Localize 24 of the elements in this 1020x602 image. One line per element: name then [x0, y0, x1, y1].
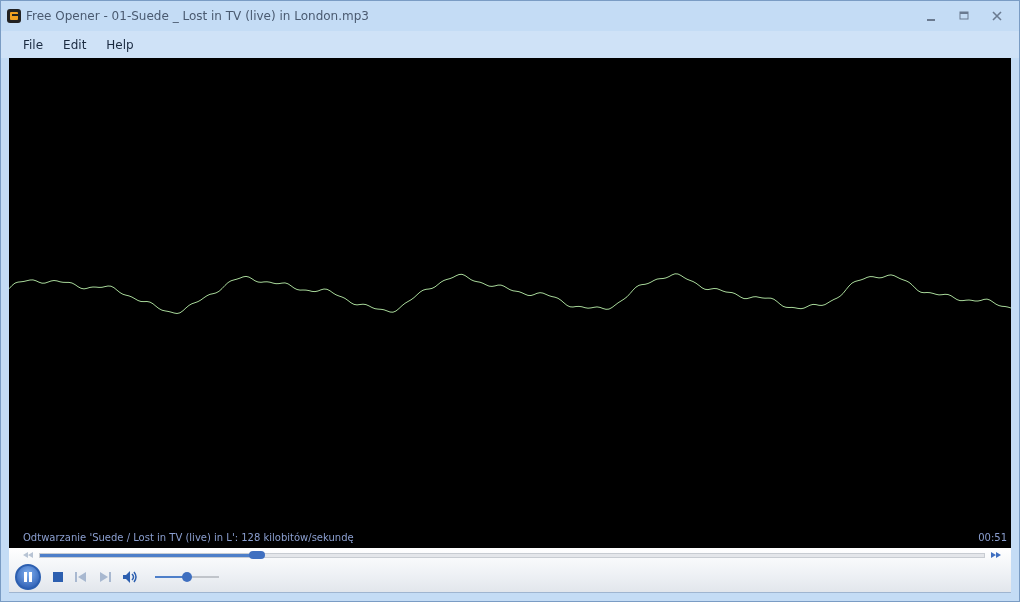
window-title: Free Opener - 01-Suede _ Lost in TV (live) in London.mp3	[26, 9, 369, 23]
status-text: Odtwarzanie 'Suede / Lost in TV (live) in L': 128 kilobitów/sekundę	[23, 531, 354, 543]
menu-item[interactable]: Help	[98, 35, 142, 54]
pause-icon	[22, 571, 34, 583]
menu-item[interactable]: Edit	[55, 35, 95, 54]
next-button[interactable]	[99, 572, 111, 582]
app-logo-icon	[7, 9, 21, 23]
next-icon	[99, 572, 111, 582]
minimize-icon	[927, 19, 935, 21]
maximize-icon	[959, 11, 969, 21]
menu-item[interactable]: File	[15, 35, 52, 54]
previous-icon	[75, 572, 87, 582]
volume-button[interactable]	[123, 571, 139, 583]
speaker-icon	[123, 571, 139, 583]
stop-icon	[53, 572, 63, 582]
pause-button[interactable]	[15, 564, 41, 590]
close-icon	[992, 11, 1002, 21]
seek-bar[interactable]	[39, 552, 985, 558]
time-text: 00:51	[978, 531, 1007, 543]
volume-thumb[interactable]	[182, 572, 192, 582]
previous-button[interactable]	[75, 572, 87, 582]
seek-thumb[interactable]	[249, 550, 266, 559]
rewind-icon[interactable]	[23, 552, 33, 558]
fast-forward-icon[interactable]	[991, 552, 1001, 558]
